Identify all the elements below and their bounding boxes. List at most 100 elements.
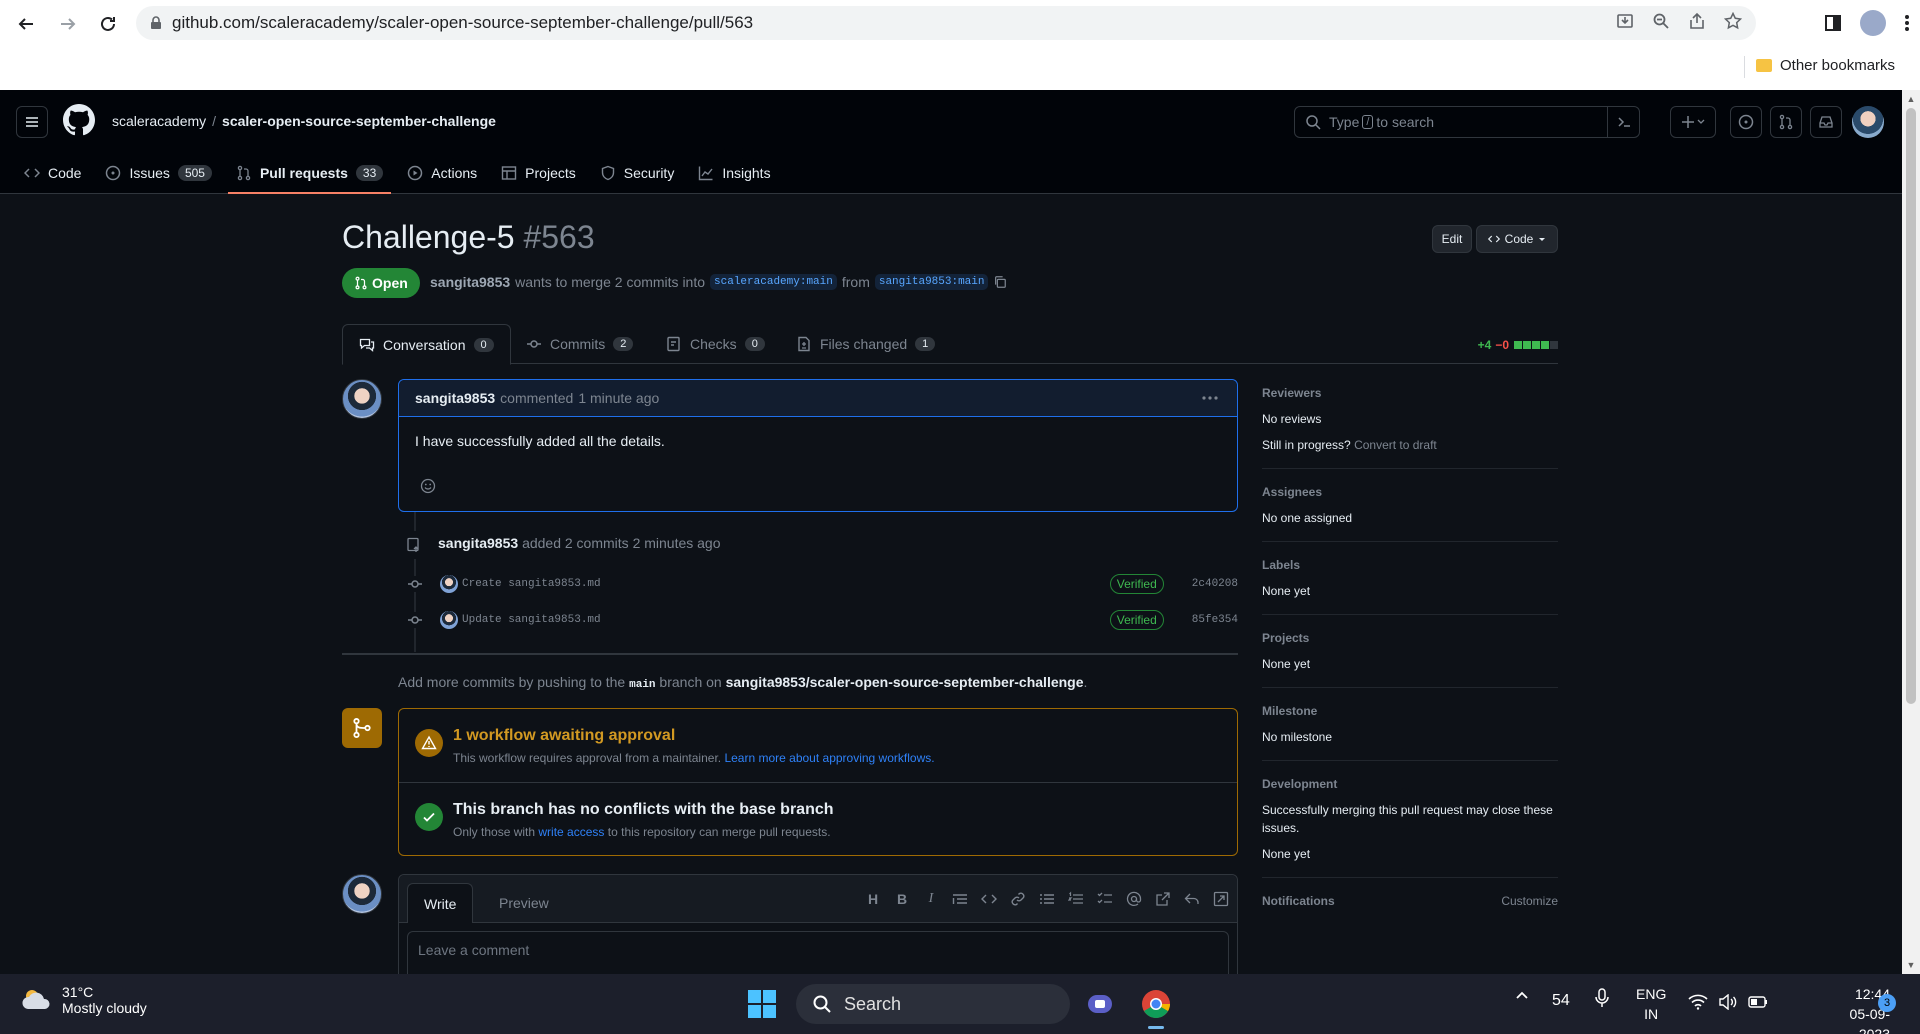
convert-to-draft-link[interactable]: Convert to draft (1354, 438, 1437, 452)
quote-icon[interactable] (952, 891, 968, 907)
reply-icon[interactable] (1184, 891, 1200, 907)
edit-button[interactable]: Edit (1432, 225, 1472, 253)
bold-icon[interactable]: B (894, 891, 910, 907)
issues-button[interactable] (1730, 106, 1762, 138)
tab-security[interactable]: Security (592, 152, 683, 194)
current-user-avatar[interactable] (342, 874, 382, 914)
verified-badge[interactable]: Verified (1109, 574, 1164, 594)
reload-button[interactable] (94, 10, 122, 38)
comment-author-avatar[interactable] (342, 379, 382, 419)
language-indicator[interactable]: ENG IN (1636, 984, 1666, 1024)
scroll-down-icon[interactable]: ▼ (1906, 960, 1916, 970)
meet-app[interactable] (1080, 984, 1120, 1024)
tab-projects[interactable]: Projects (493, 152, 584, 194)
back-button[interactable] (12, 10, 40, 38)
heading-icon[interactable]: H (865, 891, 881, 907)
learn-more-link[interactable]: Learn more about approving workflows. (724, 751, 934, 765)
scroll-up-icon[interactable]: ▲ (1906, 94, 1916, 104)
tab-code[interactable]: Code (16, 152, 89, 194)
kebab-menu-icon[interactable] (1904, 14, 1910, 32)
assignees-heading[interactable]: Assignees (1262, 485, 1558, 499)
sidebar-reviewers[interactable]: Reviewers No reviews Still in progress? … (1262, 386, 1558, 469)
notification-badge[interactable]: 3 (1878, 994, 1896, 1012)
ordered-list-icon[interactable] (1068, 891, 1084, 907)
scrollbar-thumb[interactable] (1906, 108, 1916, 704)
commit-sha[interactable]: 85fe354 (1192, 614, 1238, 626)
kebab-horizontal-icon[interactable] (1201, 390, 1219, 406)
chrome-app[interactable] (1136, 984, 1176, 1024)
inbox-button[interactable] (1810, 106, 1842, 138)
profile-avatar[interactable] (1860, 10, 1886, 36)
sidepanel-icon[interactable] (1824, 14, 1842, 32)
pr-author-link[interactable]: sangita9853 (430, 274, 510, 290)
commits-event-time[interactable]: 2 minutes ago (633, 535, 721, 551)
weather-widget[interactable]: 31°C Mostly cloudy (20, 984, 147, 1016)
share-icon[interactable] (1688, 12, 1706, 30)
forward-button[interactable] (54, 10, 82, 38)
sidebar-projects[interactable]: Projects None yet (1262, 631, 1558, 688)
sidebar-assignees[interactable]: Assignees No one assigned (1262, 485, 1558, 542)
page-scrollbar[interactable]: ▲ ▼ (1902, 90, 1920, 974)
code-icon[interactable] (981, 891, 997, 907)
write-tab[interactable]: Write (407, 883, 474, 923)
taskbar-search[interactable]: Search (796, 984, 1070, 1024)
verified-badge[interactable]: Verified (1109, 610, 1164, 630)
sidebar-development[interactable]: Development Successfully merging this pu… (1262, 777, 1558, 878)
pull-requests-button[interactable] (1770, 106, 1802, 138)
preview-tab[interactable]: Preview (483, 883, 565, 923)
command-palette-button[interactable] (1607, 107, 1639, 137)
microphone-button[interactable] (1594, 988, 1610, 1008)
write-access-link[interactable]: write access (538, 825, 604, 839)
github-logo[interactable] (63, 104, 95, 136)
tab-commits[interactable]: Commits 2 (510, 324, 649, 364)
other-bookmarks[interactable]: Other bookmarks (1756, 57, 1895, 74)
fullscreen-icon[interactable] (1213, 891, 1229, 907)
commit-author-avatar[interactable] (440, 575, 458, 593)
repo-owner-link[interactable]: scaleracademy (112, 113, 206, 129)
unordered-list-icon[interactable] (1039, 891, 1055, 907)
commit-sha[interactable]: 2c40208 (1192, 578, 1238, 590)
tray-counter[interactable]: 54 (1552, 992, 1570, 1010)
add-reaction-button[interactable] (415, 473, 441, 499)
reviewers-heading[interactable]: Reviewers (1262, 386, 1558, 400)
labels-heading[interactable]: Labels (1262, 558, 1558, 572)
link-icon[interactable] (1010, 891, 1026, 907)
star-icon[interactable] (1724, 12, 1742, 30)
sidebar-labels[interactable]: Labels None yet (1262, 558, 1558, 615)
projects-heading[interactable]: Projects (1262, 631, 1558, 645)
milestone-heading[interactable]: Milestone (1262, 704, 1558, 718)
tab-insights[interactable]: Insights (690, 152, 778, 194)
search-input[interactable]: Type / to search (1294, 106, 1640, 138)
quick-settings[interactable] (1688, 994, 1768, 1010)
create-new-button[interactable] (1670, 106, 1716, 138)
tray-overflow[interactable] (1514, 988, 1530, 1004)
start-button[interactable] (748, 990, 776, 1018)
comment-author[interactable]: sangita9853 (415, 390, 495, 406)
development-heading[interactable]: Development (1262, 777, 1558, 791)
user-avatar[interactable] (1852, 106, 1884, 138)
menu-button[interactable] (16, 106, 48, 138)
tab-files-changed[interactable]: Files changed 1 (780, 324, 951, 364)
commit-author-avatar[interactable] (440, 611, 458, 629)
address-bar[interactable]: github.com/scaleracademy/scaler-open-sou… (136, 6, 1756, 40)
copy-icon[interactable] (993, 275, 1007, 289)
tab-actions[interactable]: Actions (399, 152, 485, 194)
task-list-icon[interactable] (1097, 891, 1113, 907)
mention-icon[interactable] (1126, 891, 1142, 907)
tab-issues[interactable]: Issues 505 (97, 152, 220, 194)
tab-conversation[interactable]: Conversation 0 (342, 324, 511, 365)
sidebar-milestone[interactable]: Milestone No milestone (1262, 704, 1558, 761)
repo-name-link[interactable]: scaler-open-source-september-challenge (222, 113, 496, 129)
tab-checks[interactable]: Checks 0 (650, 324, 781, 364)
commit-message[interactable]: Create sangita9853.md (462, 578, 1110, 590)
zoom-icon[interactable] (1652, 12, 1670, 30)
commits-event-author[interactable]: sangita9853 (438, 535, 518, 551)
customize-link[interactable]: Customize (1501, 894, 1558, 908)
comment-time[interactable]: 1 minute ago (578, 390, 659, 406)
head-branch[interactable]: sangita9853:main (874, 274, 989, 290)
code-dropdown-button[interactable]: Code (1476, 225, 1558, 253)
cross-reference-icon[interactable] (1155, 891, 1171, 907)
tab-pull-requests[interactable]: Pull requests 33 (227, 152, 392, 194)
italic-icon[interactable]: I (923, 891, 939, 907)
commit-message[interactable]: Update sangita9853.md (462, 614, 1110, 626)
